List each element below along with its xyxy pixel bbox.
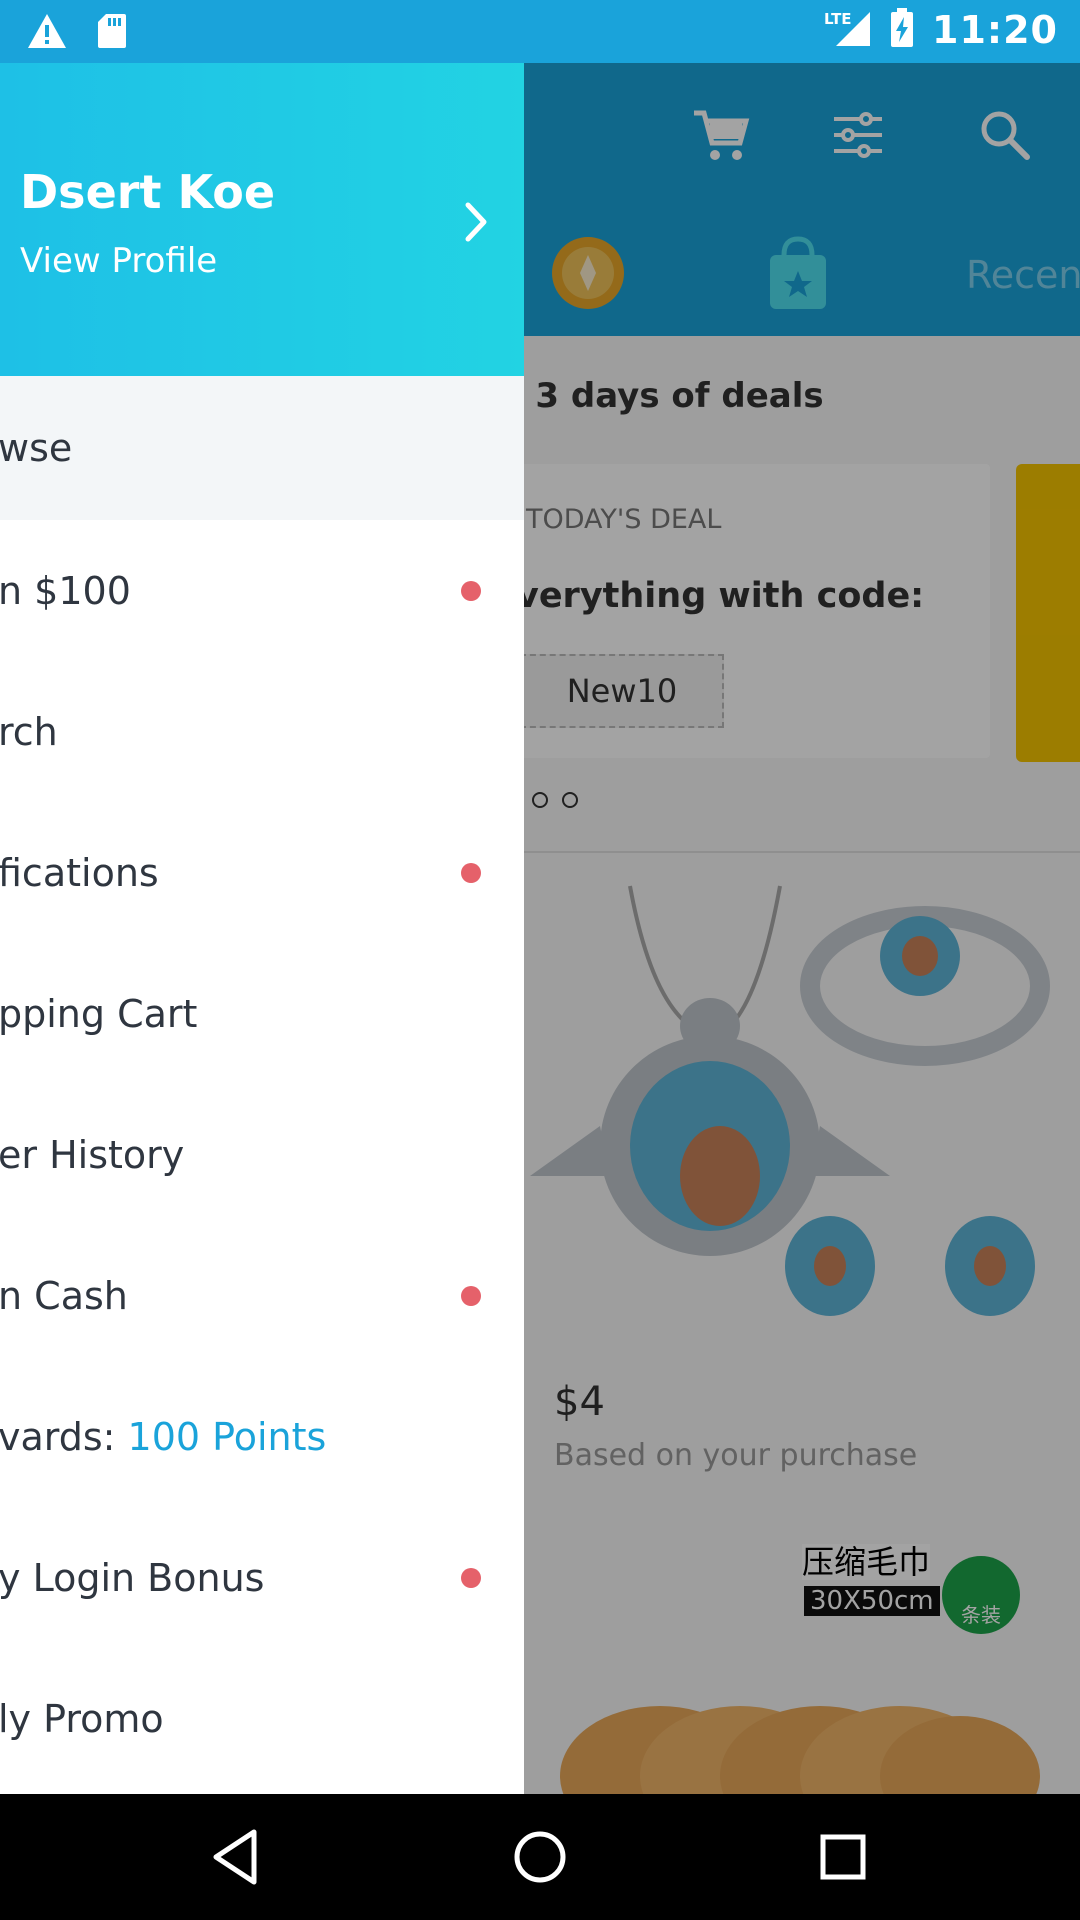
menu-item-notifications[interactable]: fications	[0, 802, 524, 943]
menu-item-cash[interactable]: n Cash	[0, 1225, 524, 1366]
notification-dot	[461, 580, 481, 601]
battery-charging-icon	[890, 8, 914, 52]
notification-dot	[461, 862, 481, 883]
network-label: LTE	[824, 10, 852, 28]
notification-dot	[461, 1567, 481, 1588]
back-icon[interactable]	[204, 1824, 270, 1890]
menu-item-label: ly Promo	[0, 1696, 164, 1741]
system-nav-bar	[0, 1794, 1080, 1920]
menu-item-label: n $100	[0, 568, 131, 613]
recents-icon[interactable]	[810, 1824, 876, 1890]
menu-item-shopping-cart[interactable]: pping Cart	[0, 943, 524, 1084]
menu-item-login-bonus[interactable]: y Login Bonus	[0, 1507, 524, 1648]
menu-item-rewards[interactable]: vards: 100 Points	[0, 1366, 524, 1507]
status-time: 11:20	[932, 8, 1058, 52]
menu-item-label: rch	[0, 709, 58, 754]
menu-item-label: fications	[0, 850, 159, 895]
warning-icon	[26, 12, 68, 54]
menu-item-label: y Login Bonus	[0, 1555, 265, 1600]
notification-dot	[461, 1285, 481, 1306]
menu-item-label: n Cash	[0, 1273, 128, 1318]
navigation-drawer: Dsert Koe View Profile wse n $100 rch fi…	[0, 63, 524, 1794]
rewards-points: 100 Points	[127, 1414, 327, 1459]
drawer-menu: wse n $100 rch fications pping Cart er H…	[0, 376, 524, 1789]
menu-item-promo[interactable]: ly Promo	[0, 1648, 524, 1789]
rewards-label: vards:	[0, 1414, 128, 1459]
profile-name: Dsert Koe	[20, 165, 276, 219]
profile-header[interactable]: Dsert Koe View Profile	[0, 63, 524, 376]
menu-item-order-history[interactable]: er History	[0, 1084, 524, 1225]
signal-icon: LTE	[822, 8, 872, 52]
menu-item-label: er History	[0, 1132, 185, 1177]
chevron-right-icon[interactable]	[456, 197, 496, 251]
view-profile-link[interactable]: View Profile	[20, 241, 217, 281]
menu-item-label: vards: 100 Points	[0, 1415, 326, 1459]
menu-item-label: wse	[0, 426, 73, 470]
sd-card-icon	[96, 12, 128, 54]
status-bar: LTE 11:20	[0, 0, 1080, 63]
menu-item-label: pping Cart	[0, 991, 198, 1036]
menu-item-search[interactable]: rch	[0, 661, 524, 802]
home-icon[interactable]	[507, 1824, 573, 1890]
menu-item-under-100[interactable]: n $100	[0, 520, 524, 661]
menu-item-browse[interactable]: wse	[0, 376, 524, 520]
